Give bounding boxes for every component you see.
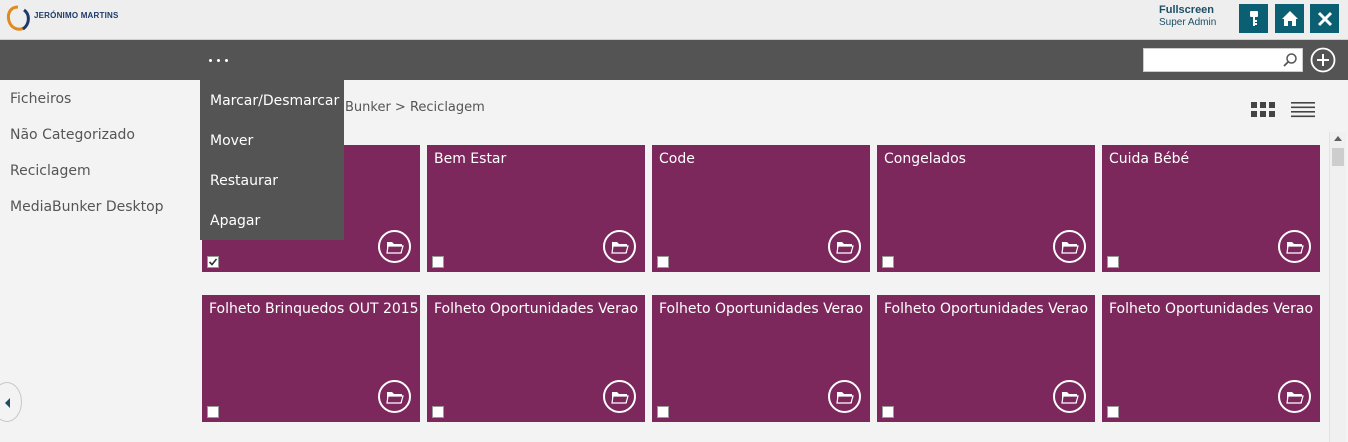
folder-tile[interactable]: Folheto Oportunidades Verao — [877, 295, 1095, 422]
tile-title: Folheto Oportunidades Verao — [1109, 301, 1314, 317]
tile-checkbox[interactable] — [1107, 406, 1119, 418]
folder-tile[interactable]: Congelados — [877, 145, 1095, 272]
add-button[interactable] — [1310, 47, 1336, 73]
top-header: JERÓNIMO MARTINS Fullscreen Super Admin — [0, 0, 1348, 40]
home-button[interactable] — [1275, 4, 1304, 33]
checkmark-icon — [208, 258, 218, 266]
collapse-sidebar-button[interactable] — [0, 382, 22, 422]
key-icon — [1249, 10, 1258, 26]
search-box — [1143, 48, 1303, 72]
grid-view-icon[interactable] — [1251, 102, 1275, 118]
folder-icon — [828, 230, 861, 263]
folder-tile[interactable]: Folheto Oportunidades Verao — [652, 295, 870, 422]
more-dot-icon — [225, 58, 228, 62]
tile-title: Folheto Oportunidades Verao — [659, 301, 864, 317]
folder-tile[interactable]: Cuida Bébé — [1102, 145, 1320, 272]
tile-title: Bem Estar — [434, 151, 507, 167]
sidebar-item-nao-categorizado[interactable]: Não Categorizado — [10, 127, 135, 143]
sidebar-item-ficheiros[interactable]: Ficheiros — [10, 91, 71, 107]
tile-title: Folheto Oportunidades Verao — [434, 301, 639, 317]
more-dot-icon — [209, 58, 212, 62]
tile-checkbox[interactable] — [882, 256, 894, 268]
vertical-scrollbar[interactable] — [1329, 132, 1346, 442]
search-input[interactable] — [1146, 51, 1276, 69]
breadcrumb[interactable]: Bunker > Reciclagem — [345, 100, 485, 115]
folder-tile[interactable]: Code — [652, 145, 870, 272]
folder-icon — [378, 230, 411, 263]
more-dot-icon — [217, 58, 220, 62]
company-logo: JERÓNIMO MARTINS — [4, 4, 144, 34]
folder-tile[interactable]: Folheto Brinquedos OUT 2015 — [202, 295, 420, 422]
tile-title: Folheto Oportunidades Verao — [884, 301, 1089, 317]
menu-item-apagar[interactable]: Apagar — [210, 213, 260, 229]
home-icon — [1281, 10, 1298, 26]
close-icon — [1317, 11, 1332, 26]
user-info: Fullscreen Super Admin — [1140, 4, 1230, 28]
tile-title: Cuida Bébé — [1109, 151, 1190, 167]
brand-name: JERÓNIMO MARTINS — [34, 11, 119, 20]
chevron-left-icon — [5, 398, 10, 408]
folder-icon — [1278, 230, 1311, 263]
scroll-up-icon[interactable] — [1334, 136, 1342, 141]
folder-icon — [603, 230, 636, 263]
folder-icon — [1053, 230, 1086, 263]
folder-tile[interactable]: Folheto Oportunidades Verao — [1102, 295, 1320, 422]
folder-icon — [378, 380, 411, 413]
sidebar: Ficheiros Não Categorizado Reciclagem Me… — [0, 80, 180, 442]
tile-checkbox[interactable] — [882, 406, 894, 418]
folder-icon — [1053, 380, 1086, 413]
user-role: Super Admin — [1159, 17, 1217, 28]
tile-checkbox[interactable] — [432, 406, 444, 418]
user-name: Fullscreen — [1159, 4, 1215, 16]
search-icon[interactable] — [1282, 52, 1298, 68]
tile-checkbox[interactable] — [657, 256, 669, 268]
menu-item-mover[interactable]: Mover — [210, 133, 253, 149]
tile-title: Folheto Brinquedos OUT 2015 — [209, 301, 419, 317]
tile-title: Code — [659, 151, 695, 167]
tile-checkbox[interactable] — [207, 256, 219, 268]
folder-icon — [603, 380, 636, 413]
sidebar-item-mediabunker-desktop[interactable]: MediaBunker Desktop — [10, 199, 164, 215]
tile-title: Congelados — [884, 151, 966, 167]
folder-icon — [1278, 380, 1311, 413]
menu-item-restaurar[interactable]: Restaurar — [210, 173, 278, 189]
tile-checkbox[interactable] — [432, 256, 444, 268]
close-button[interactable] — [1310, 4, 1339, 33]
tile-checkbox[interactable] — [207, 406, 219, 418]
list-view-icon[interactable] — [1291, 102, 1315, 118]
tile-checkbox[interactable] — [657, 406, 669, 418]
logo-icon — [6, 5, 30, 31]
scrollbar-thumb[interactable] — [1332, 148, 1344, 166]
tile-checkbox[interactable] — [1107, 256, 1119, 268]
folder-tile[interactable]: Folheto Oportunidades Verao — [427, 295, 645, 422]
sidebar-item-reciclagem[interactable]: Reciclagem — [10, 163, 91, 179]
key-button[interactable] — [1239, 4, 1268, 33]
menu-item-marcar-desmarcar[interactable]: Marcar/Desmarcar — [210, 93, 339, 109]
actions-menu: Marcar/Desmarcar Mover Restaurar Apagar — [200, 80, 344, 240]
more-actions-button[interactable] — [209, 50, 233, 70]
folder-tile[interactable]: Bem Estar — [427, 145, 645, 272]
folder-icon — [828, 380, 861, 413]
